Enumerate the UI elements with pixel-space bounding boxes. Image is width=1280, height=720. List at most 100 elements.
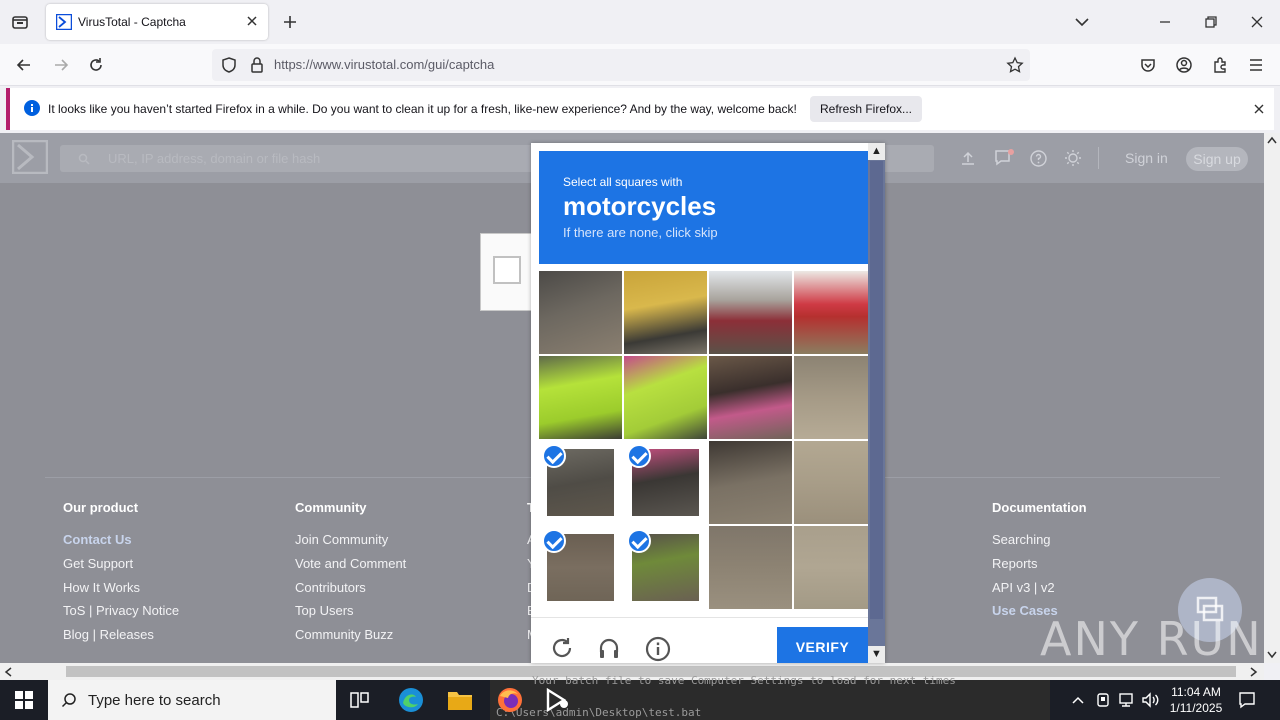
audio-challenge-headphones-icon[interactable] bbox=[597, 636, 621, 660]
restore-icon[interactable] bbox=[1202, 13, 1220, 31]
lock-icon[interactable] bbox=[248, 56, 266, 74]
captcha-scroll-up-icon[interactable]: ▲ bbox=[868, 143, 885, 160]
footer-link[interactable]: Community Buzz bbox=[295, 627, 393, 642]
captcha-tile[interactable] bbox=[539, 271, 622, 354]
close-tab-icon[interactable] bbox=[244, 13, 260, 29]
captcha-tile-selected[interactable] bbox=[539, 526, 622, 609]
captcha-tile[interactable] bbox=[709, 356, 792, 439]
footer-link[interactable]: How It Works bbox=[63, 580, 140, 595]
tab-title: VirusTotal - Captcha bbox=[78, 15, 186, 29]
captcha-tile[interactable] bbox=[794, 526, 877, 609]
captcha-instruction: Select all squares with bbox=[563, 175, 683, 189]
forward-arrow-icon[interactable] bbox=[52, 56, 70, 74]
back-arrow-icon[interactable] bbox=[15, 56, 33, 74]
sign-up-button[interactable]: Sign up bbox=[1186, 147, 1248, 171]
footer-link[interactable]: Top Users bbox=[295, 603, 354, 618]
bookmark-star-icon[interactable] bbox=[1006, 56, 1024, 74]
refresh-challenge-icon[interactable] bbox=[550, 636, 574, 660]
tracking-protection-shield-icon[interactable] bbox=[220, 56, 238, 74]
reload-icon[interactable] bbox=[87, 56, 105, 74]
minimize-icon[interactable] bbox=[1156, 13, 1174, 31]
notifications-chat-icon[interactable] bbox=[994, 149, 1014, 167]
captcha-tile-selected[interactable] bbox=[624, 441, 707, 524]
challenge-info-icon[interactable] bbox=[645, 636, 671, 662]
footer-link[interactable]: Contributors bbox=[295, 580, 366, 595]
footer-heading-documentation: Documentation bbox=[992, 500, 1087, 515]
device-tray-icon[interactable] bbox=[1095, 692, 1111, 708]
task-view-icon[interactable] bbox=[349, 690, 371, 710]
footer-link[interactable]: Get Support bbox=[63, 556, 133, 571]
taskbar-search-box[interactable]: Type here to search bbox=[48, 680, 336, 720]
theme-sun-icon[interactable] bbox=[1064, 149, 1082, 167]
anyrun-watermark: ANY RUN bbox=[1040, 612, 1263, 666]
captcha-tile[interactable] bbox=[539, 356, 622, 439]
selected-check-icon bbox=[627, 529, 651, 553]
sign-in-link[interactable]: Sign in bbox=[1125, 150, 1168, 166]
footer-link[interactable]: Reports bbox=[992, 556, 1038, 571]
info-icon bbox=[24, 100, 40, 116]
scroll-left-arrow-icon[interactable] bbox=[4, 667, 12, 677]
refresh-firefox-button[interactable]: Refresh Firefox... bbox=[810, 96, 922, 122]
captcha-tile[interactable] bbox=[709, 441, 792, 524]
footer-link[interactable]: Searching bbox=[992, 532, 1051, 547]
close-notification-icon[interactable] bbox=[1252, 102, 1266, 116]
extensions-icon[interactable] bbox=[1211, 56, 1229, 74]
captcha-tile-selected[interactable] bbox=[624, 526, 707, 609]
hamburger-menu-icon[interactable] bbox=[1247, 56, 1265, 74]
new-tab-icon[interactable] bbox=[281, 13, 299, 31]
address-bar[interactable]: https://www.virustotal.com/gui/captcha bbox=[212, 49, 1030, 81]
file-explorer-icon[interactable] bbox=[447, 688, 473, 712]
page-vertical-scrollbar[interactable] bbox=[1264, 133, 1280, 663]
captcha-target-word: motorcycles bbox=[563, 191, 717, 221]
footer-link[interactable]: API v3 | v2 bbox=[992, 580, 1055, 595]
captcha-checkbox[interactable] bbox=[493, 256, 521, 284]
tab-virustotal-captcha[interactable]: VirusTotal - Captcha bbox=[46, 4, 268, 40]
captcha-tile[interactable] bbox=[794, 356, 877, 439]
notification-center-icon[interactable] bbox=[1238, 691, 1256, 709]
windows-start-icon[interactable] bbox=[15, 691, 33, 709]
pocket-icon[interactable] bbox=[1139, 56, 1157, 74]
footer-link[interactable]: ToS | Privacy Notice bbox=[63, 603, 179, 618]
header-divider bbox=[1098, 147, 1099, 169]
refresh-firefox-notification: It looks like you haven’t started Firefo… bbox=[6, 88, 1274, 130]
navigation-toolbar: https://www.virustotal.com/gui/captcha bbox=[0, 44, 1280, 86]
captcha-tile[interactable] bbox=[794, 441, 877, 524]
captcha-checkbox-widget bbox=[480, 233, 535, 311]
scroll-up-arrow-icon[interactable] bbox=[1267, 136, 1277, 144]
verify-button[interactable]: VERIFY bbox=[777, 627, 868, 663]
captcha-scroll-thumb[interactable] bbox=[870, 161, 883, 619]
captcha-header: Select all squares with motorcycles If t… bbox=[539, 151, 868, 264]
captcha-tile-selected[interactable] bbox=[539, 441, 622, 524]
footer-link[interactable]: Contact Us bbox=[63, 532, 132, 547]
captcha-tile[interactable] bbox=[624, 271, 707, 354]
taskbar-clock[interactable]: 11:04 AM 1/11/2025 bbox=[1160, 684, 1232, 716]
firefox-taskbar-icon[interactable] bbox=[496, 686, 524, 714]
captcha-tile[interactable] bbox=[794, 271, 877, 354]
captcha-tile[interactable] bbox=[709, 526, 792, 609]
captcha-tile[interactable] bbox=[709, 271, 792, 354]
footer-link[interactable]: Join Community bbox=[295, 532, 388, 547]
scroll-down-arrow-icon[interactable] bbox=[1267, 651, 1277, 659]
footer-link[interactable]: Vote and Comment bbox=[295, 556, 406, 571]
virustotal-logo-icon[interactable] bbox=[12, 140, 48, 174]
tab-strip: VirusTotal - Captcha bbox=[0, 0, 1280, 44]
close-window-icon[interactable] bbox=[1248, 13, 1266, 31]
captcha-scroll-down-icon[interactable]: ▼ bbox=[868, 646, 885, 663]
show-hidden-icons-chevron-icon[interactable] bbox=[1071, 693, 1085, 707]
volume-icon[interactable] bbox=[1141, 692, 1159, 708]
clock-date: 1/11/2025 bbox=[1169, 701, 1223, 715]
scroll-right-arrow-icon[interactable] bbox=[1250, 667, 1258, 677]
edge-browser-icon[interactable] bbox=[398, 687, 424, 713]
upload-icon[interactable] bbox=[960, 150, 976, 166]
network-icon[interactable] bbox=[1118, 692, 1136, 708]
account-icon[interactable] bbox=[1175, 56, 1193, 74]
captcha-hint: If there are none, click skip bbox=[563, 225, 718, 240]
firefox-view-icon[interactable] bbox=[11, 13, 29, 31]
captcha-tile[interactable] bbox=[624, 356, 707, 439]
footer-link[interactable]: Blog | Releases bbox=[63, 627, 154, 642]
list-all-tabs-chevron-icon[interactable] bbox=[1073, 13, 1091, 31]
console-window-preview: Your batch file to save Computer Setting… bbox=[490, 674, 1050, 720]
captcha-scrollbar[interactable]: ▲ ▼ bbox=[868, 143, 885, 663]
app-taskbar-icon[interactable] bbox=[545, 688, 571, 712]
help-icon[interactable] bbox=[1030, 150, 1047, 167]
